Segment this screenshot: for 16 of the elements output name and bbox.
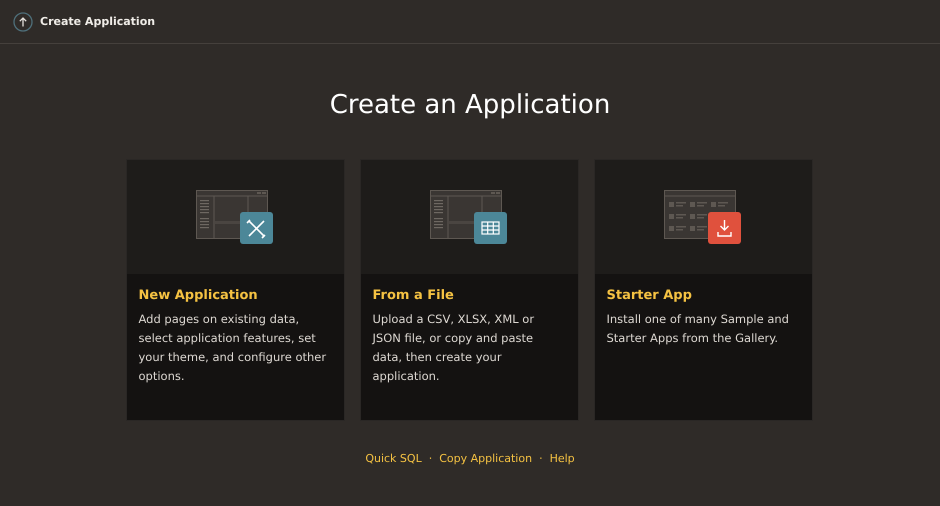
footer-link[interactable]: Help [550,452,575,465]
footer-link[interactable]: Copy Application [439,452,532,465]
footer-link[interactable]: Quick SQL [365,452,422,465]
card-title: Starter App [606,288,693,303]
card-description: Install one of many Sample and Starter Apps from the Gallery. [606,311,790,347]
card-title: New Application [138,288,259,303]
card-description: Add pages on existing data, select application features, set your theme, and configure other options. [138,311,328,385]
separator-dot: · [539,452,543,465]
option-card[interactable]: New Application Add pages on existing data, select application features, set your theme, and configure other options. [126,159,344,421]
separator-dot: · [428,452,432,465]
option-card[interactable]: From a File Upload a CSV, XLSX, XML or JSON file, or copy and paste data, then create your application. [360,159,578,421]
card-title: From a File [372,288,455,303]
option-card[interactable]: Starter App Install one of many Sample and Starter Apps from the Gallery. [594,159,812,421]
page-title: Create Application [40,15,156,28]
card-description: Upload a CSV, XLSX, XML or JSON file, or copy and paste data, then create your application. [372,311,536,385]
main-heading: Create an Application [330,89,610,122]
